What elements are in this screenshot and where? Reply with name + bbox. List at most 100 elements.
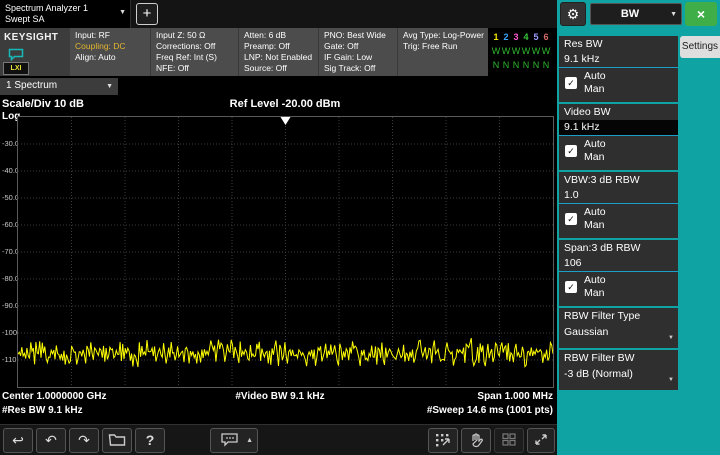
grid-squares-icon — [501, 434, 517, 451]
back-icon: ↩ — [4, 429, 32, 451]
trace-number: 1 — [491, 30, 501, 44]
instrument-tab[interactable]: Spectrum Analyzer 1 Swept SA ▼ — [0, 0, 131, 28]
status-line: LNP: Not Enabled — [244, 52, 318, 63]
brand-cell: KEYSIGHT LXI — [0, 28, 70, 76]
file-button[interactable] — [102, 428, 132, 453]
back-button[interactable]: ↩ — [3, 428, 33, 453]
auto-option[interactable]: Auto — [584, 138, 606, 150]
vbw-rbw-ratio-group: VBW:3 dB RBW 1.0 ✓ Auto Man — [559, 172, 678, 238]
help-button[interactable]: ? — [135, 428, 165, 453]
chevron-down-icon: ▼ — [668, 335, 674, 341]
trace-type: W — [531, 44, 541, 58]
trace-state: N — [521, 58, 531, 72]
status-line: Freq Ref: Int (S) — [156, 52, 238, 63]
man-option[interactable]: Man — [584, 219, 604, 231]
trace-selector[interactable]: 1 Spectrum ▼ — [0, 78, 118, 95]
ref-level-label: Ref Level -20.00 dBm — [160, 98, 410, 110]
plot-footer: Center 1.0000000 GHz #Video BW 9.1 kHz S… — [0, 390, 557, 422]
vbw-rbw-value[interactable]: 1.0 — [559, 188, 678, 204]
expand-triangle-icon: ▲ — [246, 437, 253, 444]
trace-type: W — [511, 44, 521, 58]
add-tab-button[interactable]: + — [136, 3, 158, 25]
trace-number: 2 — [501, 30, 511, 44]
status-line-coupling: Coupling: DC — [75, 41, 150, 52]
window-layout-button[interactable] — [494, 428, 524, 453]
close-panel-button[interactable]: × — [685, 2, 717, 26]
close-icon: × — [697, 6, 705, 22]
man-option[interactable]: Man — [584, 151, 604, 163]
chevron-down-icon: ▼ — [119, 9, 126, 16]
status-line: Input: RF — [75, 30, 150, 41]
checkbox-icon: ✓ — [565, 77, 577, 89]
redo-button[interactable]: ↷ — [69, 428, 99, 453]
chevron-down-icon: ▼ — [670, 11, 677, 18]
res-bw-auto-man-toggle[interactable]: ✓ Auto Man — [559, 68, 678, 99]
chevron-down-icon: ▼ — [106, 83, 113, 90]
trace-number: 5 — [531, 30, 541, 44]
keysight-logo: KEYSIGHT — [4, 32, 58, 43]
checkbox-icon: ✓ — [565, 213, 577, 225]
video-bw-auto-man-toggle[interactable]: ✓ Auto Man — [559, 136, 678, 167]
redo-icon: ↷ — [70, 429, 98, 451]
help-icon: ? — [136, 429, 164, 451]
status-column-pno: PNO: Best Wide Gate: Off IF Gain: Low Si… — [318, 28, 397, 76]
center-freq-label: Center 1.0000000 GHz — [2, 391, 107, 402]
status-line: Corrections: Off — [156, 41, 238, 52]
menu-label: BW — [591, 8, 669, 20]
man-option[interactable]: Man — [584, 287, 604, 299]
spectrum-analyzer-app: Spectrum Analyzer 1 Swept SA ▼ + KEYSIGH… — [0, 0, 720, 455]
rbw-filter-type-label: RBW Filter Type — [559, 308, 678, 324]
arrange-windows-button[interactable] — [428, 428, 458, 453]
vbw-rbw-label: VBW:3 dB RBW — [559, 172, 678, 188]
trace-state: N — [541, 58, 551, 72]
span-rbw-auto-man-toggle[interactable]: ✓ Auto Man — [559, 272, 678, 303]
auto-option[interactable]: Auto — [584, 206, 606, 218]
rbw-filter-bw-dropdown[interactable]: -3 dB (Normal) ▼ — [559, 366, 678, 386]
rbw-filter-bw-group: RBW Filter BW -3 dB (Normal) ▼ — [559, 350, 678, 390]
trace-type: W — [521, 44, 531, 58]
annotation-button[interactable]: ▲ — [210, 428, 258, 453]
spectrum-plot[interactable] — [18, 117, 553, 387]
status-line: Source: Off — [244, 63, 318, 74]
man-option[interactable]: Man — [584, 83, 604, 95]
checkbox-icon: ✓ — [565, 281, 577, 293]
auto-option[interactable]: Auto — [584, 274, 606, 286]
rbw-filter-type-group: RBW Filter Type Gaussian ▼ — [559, 308, 678, 348]
auto-option[interactable]: Auto — [584, 70, 606, 82]
move-grid-icon — [434, 435, 452, 452]
trace-state: N — [511, 58, 521, 72]
spectrum-plot-area[interactable] — [17, 116, 554, 388]
span-label: Span 1.000 MHz — [477, 391, 553, 402]
trace-number: 6 — [541, 30, 551, 44]
status-line: Preamp: Off — [244, 41, 318, 52]
status-column-atten: Atten: 6 dB Preamp: Off LNP: Not Enabled… — [238, 28, 318, 76]
rbw-filter-type-dropdown[interactable]: Gaussian ▼ — [559, 324, 678, 344]
video-bw-group: Video BW 9.1 kHz ✓ Auto Man — [559, 104, 678, 170]
video-bw-value[interactable]: 9.1 kHz — [559, 120, 678, 136]
menu-dropdown[interactable]: BW ▼ — [590, 3, 682, 25]
vbw-rbw-auto-man-toggle[interactable]: ✓ Auto Man — [559, 204, 678, 235]
video-bw-label: Video BW — [559, 104, 678, 120]
system-settings-button[interactable]: ⚙ — [560, 2, 586, 26]
res-bw-group: Res BW 9.1 kHz ✓ Auto Man — [559, 36, 678, 102]
touch-mode-button[interactable] — [461, 428, 491, 453]
status-columns: Input: RF Coupling: DC Align: Auto Input… — [70, 28, 488, 76]
gear-icon: ⚙ — [567, 6, 580, 22]
span-rbw-value[interactable]: 106 — [559, 256, 678, 272]
status-line: PNO: Best Wide — [324, 30, 397, 41]
status-line: Sig Track: Off — [324, 63, 397, 74]
status-column-input: Input: RF Coupling: DC Align: Auto — [70, 28, 150, 76]
trace-state: N — [531, 58, 541, 72]
span-rbw-ratio-group: Span:3 dB RBW 106 ✓ Auto Man — [559, 240, 678, 306]
trace-number: 3 — [511, 30, 521, 44]
tab-settings[interactable]: Settings — [680, 36, 720, 58]
status-line: Avg Type: Log-Power — [403, 30, 488, 41]
hand-icon — [468, 436, 484, 453]
res-bw-value[interactable]: 9.1 kHz — [559, 52, 678, 68]
bottom-toolbar: ↩ ↶ ↷ ? ▲ — [0, 424, 557, 455]
chevron-down-icon: ▼ — [668, 377, 674, 383]
undo-button[interactable]: ↶ — [36, 428, 66, 453]
video-bw-label: #Video BW 9.1 kHz — [150, 391, 410, 402]
trace-status-grid[interactable]: 1 2 3 4 5 6 W W W W W W N N N N N N — [488, 28, 557, 76]
fullscreen-button[interactable] — [527, 428, 555, 453]
